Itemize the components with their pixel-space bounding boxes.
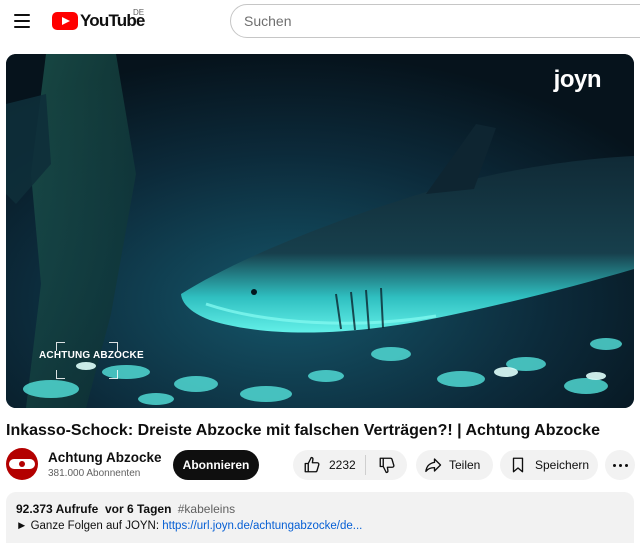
channel-name[interactable]: Achtung Abzocke <box>48 450 162 465</box>
description-box[interactable]: 92.373 Aufrufe vor 6 Tagen #kabeleins ► … <box>6 492 634 543</box>
show-badge: ACHTUNG ABZOCKE <box>39 350 144 361</box>
description-prefix: ► Ganze Folgen auf JOYN: <box>16 520 163 532</box>
bookmark-icon <box>512 457 524 473</box>
more-dot-icon <box>618 463 622 467</box>
joyn-link[interactable]: https://url.joyn.de/achtungabzocke/de... <box>162 520 362 532</box>
youtube-play-icon <box>52 12 78 30</box>
more-dot-icon <box>624 463 628 467</box>
menu-icon[interactable] <box>12 10 34 32</box>
youtube-logo[interactable]: YouTube <box>52 11 145 31</box>
like-button[interactable]: 2232 <box>293 450 365 480</box>
search-input[interactable] <box>230 4 640 38</box>
menu-bar <box>14 14 30 16</box>
video-player[interactable]: joyn ACHTUNG ABZOCKE <box>6 54 634 408</box>
badge-frame-corner <box>56 370 65 379</box>
more-actions-button[interactable] <box>605 450 635 480</box>
masthead: YouTube DE <box>0 0 640 42</box>
share-arrow-icon <box>425 458 442 473</box>
menu-bar <box>14 26 30 28</box>
joyn-watermark: joyn <box>553 66 602 93</box>
dislike-button[interactable] <box>366 450 407 480</box>
more-dot-icon <box>612 463 616 467</box>
share-label: Teilen <box>449 458 481 472</box>
like-dislike-group: 2232 <box>293 450 407 480</box>
subscribe-button[interactable]: Abonnieren <box>173 450 259 480</box>
menu-bar <box>14 20 30 22</box>
subscriber-count: 381.000 Abonnenten <box>48 468 141 479</box>
description-meta: 92.373 Aufrufe vor 6 Tagen #kabeleins <box>16 502 624 516</box>
like-count: 2232 <box>329 458 356 472</box>
save-label: Speichern <box>535 458 590 472</box>
upload-age: vor 6 Tagen <box>104 502 172 516</box>
view-count: 92.373 Aufrufe <box>16 502 99 516</box>
thumbs-down-icon <box>379 457 395 474</box>
hashtag-link[interactable]: #kabeleins <box>178 502 235 516</box>
channel-avatar[interactable] <box>6 448 38 480</box>
badge-frame-corner <box>109 370 118 379</box>
description-line: ► Ganze Folgen auf JOYN: https://url.joy… <box>16 520 624 532</box>
video-title: Inkasso-Schock: Dreiste Abzocke mit fals… <box>6 422 600 439</box>
share-button[interactable]: Teilen <box>416 450 493 480</box>
country-code: DE <box>133 8 145 17</box>
save-button[interactable]: Speichern <box>500 450 598 480</box>
thumbs-up-icon <box>304 456 320 473</box>
